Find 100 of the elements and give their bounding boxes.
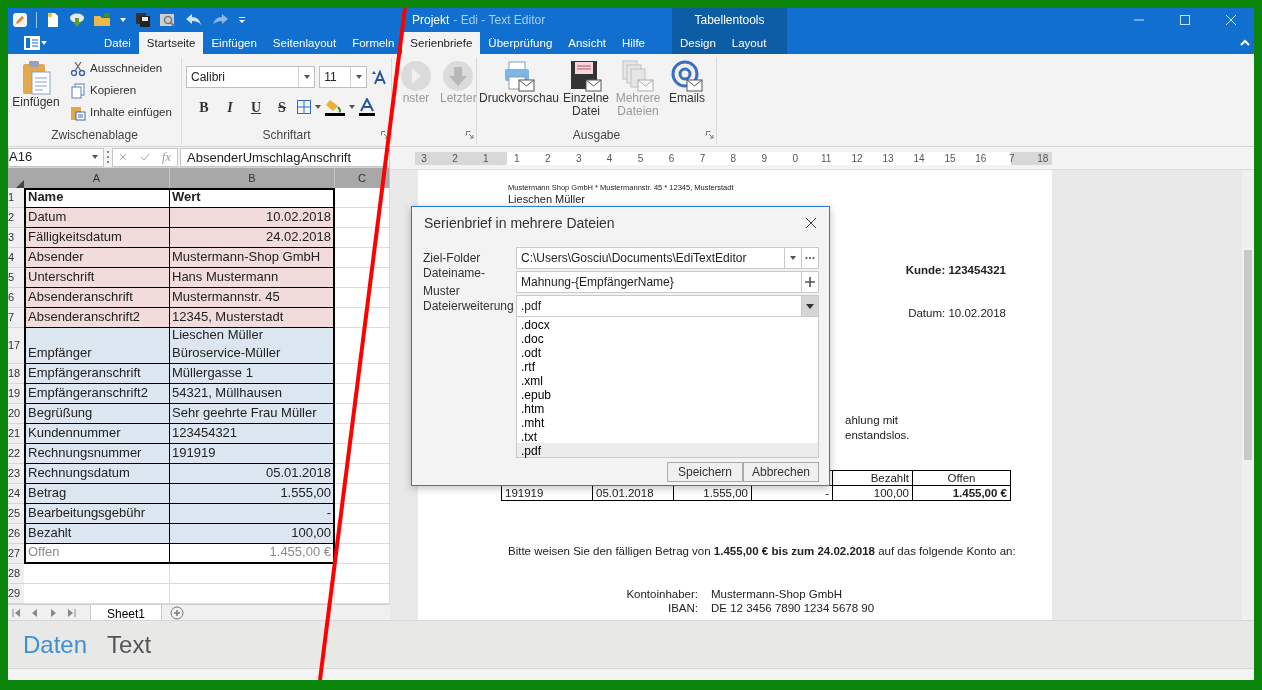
- font-size-dropdown[interactable]: 11: [319, 66, 368, 88]
- column-header[interactable]: C: [335, 168, 390, 188]
- more-icon[interactable]: [805, 256, 815, 260]
- row-number[interactable]: 26: [8, 524, 24, 544]
- row-number[interactable]: 23: [8, 464, 24, 484]
- table-cell: Rechnungsnummer: [24, 444, 170, 464]
- formula-field[interactable]: AbsenderUmschlagAnschrift: [180, 147, 390, 167]
- field-label: Dateierweiterung: [423, 298, 515, 315]
- strikethrough-button[interactable]: S: [270, 96, 294, 118]
- maximize-icon[interactable]: [1179, 14, 1191, 26]
- folder-icon[interactable]: [93, 12, 111, 28]
- email-button[interactable]: Emails: [667, 58, 707, 126]
- extension-dropdown[interactable]: .pdf: [516, 295, 819, 317]
- row-number[interactable]: 28: [8, 564, 24, 584]
- table-cell: 10.02.2018: [170, 208, 335, 228]
- italic-button[interactable]: I: [218, 96, 242, 118]
- row-number[interactable]: 20: [8, 404, 24, 424]
- scrollbar[interactable]: [1242, 170, 1254, 620]
- dialog-launcher-icon[interactable]: [381, 131, 389, 139]
- caret-icon[interactable]: [119, 16, 127, 24]
- group-label: Schriftart: [262, 127, 311, 144]
- first-sheet-icon[interactable]: [12, 607, 22, 618]
- bold-button[interactable]: B: [192, 96, 216, 118]
- new-document-icon[interactable]: [45, 12, 61, 28]
- row-number[interactable]: 7: [8, 308, 24, 328]
- row-number[interactable]: 24: [8, 484, 24, 504]
- save-all-icon[interactable]: [135, 12, 151, 28]
- check-icon[interactable]: [139, 153, 150, 161]
- caret-icon[interactable]: [789, 254, 797, 262]
- ribbon-tab[interactable]: Layout: [723, 32, 775, 54]
- row-number[interactable]: 27: [8, 544, 24, 564]
- app-icon[interactable]: [12, 12, 28, 28]
- close-icon[interactable]: [805, 217, 817, 229]
- toolbar-button[interactable]: Kopieren: [68, 80, 174, 102]
- ribbon-tab[interactable]: Überprüfung: [480, 32, 561, 54]
- toolbar-button[interactable]: Inhalte einfügen: [68, 102, 174, 124]
- print-preview-icon[interactable]: [159, 12, 177, 28]
- collapse-ribbon-icon[interactable]: [1240, 39, 1250, 47]
- ribbon-tab[interactable]: Formeln: [344, 32, 403, 54]
- view-label: Daten: [23, 629, 88, 660]
- filename-pattern-field[interactable]: Mahnung-{EmpfängerName}: [516, 271, 819, 293]
- caret-icon[interactable]: [314, 103, 322, 111]
- borders-icon[interactable]: [296, 99, 312, 115]
- underline-button[interactable]: U: [244, 96, 268, 118]
- undo-icon[interactable]: [185, 13, 203, 27]
- font-color-icon[interactable]: [358, 98, 376, 116]
- font-family-dropdown[interactable]: Calibri: [186, 66, 316, 88]
- table-cell: -: [170, 504, 335, 524]
- row-number[interactable]: 3: [8, 228, 24, 248]
- dialog-launcher-icon[interactable]: [706, 131, 714, 139]
- row-number[interactable]: 4: [8, 248, 24, 268]
- caret-icon[interactable]: [806, 302, 814, 310]
- download-icon[interactable]: [69, 12, 85, 28]
- row-number[interactable]: 1: [8, 188, 24, 208]
- save-button[interactable]: Speichern: [667, 462, 743, 482]
- redo-icon[interactable]: [211, 13, 229, 27]
- print-preview-button[interactable]: Druckvorschau: [481, 58, 557, 126]
- column-header[interactable]: B: [170, 168, 335, 188]
- table-cell: Mustermann-Shop GmbH: [170, 248, 335, 268]
- next-sheet-icon[interactable]: [48, 607, 58, 618]
- ribbon-tab[interactable]: Seitenlayout: [264, 32, 345, 54]
- paste-button[interactable]: Einfügen: [12, 58, 60, 126]
- last-sheet-icon[interactable]: [66, 607, 76, 618]
- ribbon-tab[interactable]: Ansicht: [560, 32, 614, 54]
- name-box[interactable]: A16: [8, 147, 104, 167]
- app-title: - Edi - Text Editor: [453, 12, 546, 29]
- row-number[interactable]: 6: [8, 288, 24, 308]
- cancel-button[interactable]: Abbrechen: [743, 462, 819, 482]
- row-number[interactable]: 29: [8, 584, 24, 604]
- dropdown-option[interactable]: .pdf: [517, 443, 818, 457]
- row-number[interactable]: 17: [8, 328, 24, 364]
- row-number[interactable]: 2: [8, 208, 24, 228]
- row-number[interactable]: 5: [8, 268, 24, 288]
- sheet-tab[interactable]: Sheet1: [90, 605, 163, 620]
- previous-sheet-icon[interactable]: [30, 607, 40, 618]
- ribbon-tab[interactable]: Einfügen: [203, 32, 265, 54]
- cancel-icon[interactable]: [119, 153, 128, 161]
- add-sheet-icon[interactable]: [170, 605, 185, 620]
- ribbon-tab[interactable]: Hilfe: [614, 32, 653, 54]
- customize-caret-icon[interactable]: [237, 15, 247, 25]
- ribbon-tab[interactable]: Serienbriefe: [402, 32, 481, 54]
- column-header[interactable]: A: [24, 168, 170, 188]
- dialog-launcher-icon[interactable]: [466, 131, 474, 139]
- ribbon-tab[interactable]: Design: [672, 32, 724, 54]
- table-cell: Rechnungsdatum: [24, 464, 170, 484]
- row-number[interactable]: 25: [8, 504, 24, 524]
- row-number[interactable]: 18: [8, 364, 24, 384]
- add-icon[interactable]: [805, 277, 815, 287]
- row-number[interactable]: 21: [8, 424, 24, 444]
- fill-color-icon[interactable]: [324, 98, 346, 116]
- caret-icon[interactable]: [348, 103, 356, 111]
- single-file-button[interactable]: Einzelne Datei: [563, 58, 609, 126]
- folder-field[interactable]: C:\Users\Gosciu\Documents\EdiTextEditor: [516, 247, 819, 269]
- row-number[interactable]: 22: [8, 444, 24, 464]
- row-number[interactable]: 19: [8, 384, 24, 404]
- ribbon-tab[interactable]: Datei: [96, 32, 139, 54]
- toolbar-button[interactable]: Ausschneiden: [68, 58, 174, 80]
- ribbon-tab[interactable]: Startseite: [138, 32, 204, 54]
- caret-icon: [354, 73, 363, 81]
- grow-font-icon[interactable]: [371, 69, 387, 85]
